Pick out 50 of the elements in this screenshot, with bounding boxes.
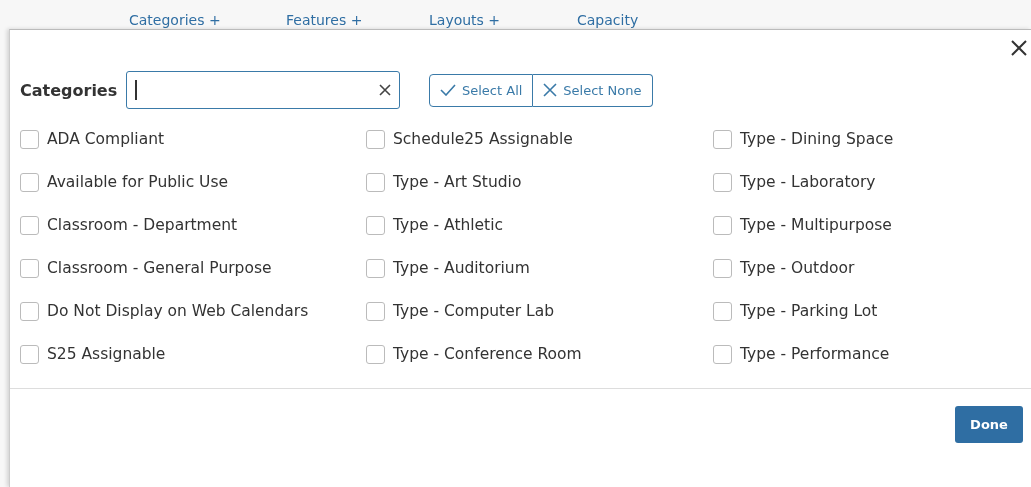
checkbox-label: Type - Athletic bbox=[393, 216, 504, 234]
checkbox[interactable] bbox=[713, 344, 732, 364]
checkbox-label: Classroom - Department bbox=[47, 216, 238, 234]
checkbox-label: Type - Computer Lab bbox=[393, 302, 554, 320]
checkbox-label: Type - Art Studio bbox=[393, 173, 522, 191]
checkbox-label: Available for Public Use bbox=[47, 173, 229, 191]
filter-tab[interactable]: Capacity bbox=[577, 12, 639, 28]
checkbox[interactable] bbox=[20, 258, 39, 278]
close-icon[interactable] bbox=[1010, 39, 1028, 57]
checkbox[interactable] bbox=[366, 258, 385, 278]
select-none-button[interactable]: Select None bbox=[533, 73, 653, 107]
checkbox-label: Type - Outdoor bbox=[740, 259, 855, 277]
checkbox[interactable] bbox=[713, 301, 732, 321]
checkbox[interactable] bbox=[713, 215, 732, 235]
checkbox[interactable] bbox=[713, 258, 732, 278]
checkbox[interactable] bbox=[366, 129, 385, 149]
search-field[interactable] bbox=[126, 71, 400, 109]
checkbox-label: Type - Conference Room bbox=[393, 345, 582, 363]
checkbox-label: Do Not Display on Web Calendars bbox=[47, 302, 309, 320]
checkbox[interactable] bbox=[366, 172, 385, 192]
checkbox[interactable] bbox=[366, 301, 385, 321]
checkbox-label: ADA Compliant bbox=[47, 130, 165, 148]
checkbox-label: Classroom - General Purpose bbox=[47, 259, 272, 277]
clear-icon[interactable] bbox=[379, 84, 391, 96]
checkbox[interactable] bbox=[20, 172, 39, 192]
checkbox-label: Type - Auditorium bbox=[393, 259, 530, 277]
checkbox-label: Type - Dining Space bbox=[740, 130, 894, 148]
checkbox[interactable] bbox=[366, 344, 385, 364]
done-button[interactable]: Done bbox=[955, 406, 1023, 443]
filter-tab[interactable]: Features + bbox=[286, 12, 429, 28]
checkbox-label: Type - Multipurpose bbox=[740, 216, 892, 234]
checkbox-label: Schedule25 Assignable bbox=[393, 130, 573, 148]
checkbox[interactable] bbox=[20, 301, 39, 321]
checkbox[interactable] bbox=[366, 215, 385, 235]
checkbox[interactable] bbox=[20, 344, 39, 364]
checkbox[interactable] bbox=[713, 172, 732, 192]
filter-tab[interactable]: Layouts + bbox=[429, 12, 577, 28]
checkbox-label: Type - Laboratory bbox=[740, 173, 876, 191]
select-all-button[interactable]: Select All bbox=[429, 73, 534, 107]
checkbox[interactable] bbox=[713, 129, 732, 149]
text-cursor bbox=[135, 80, 137, 100]
x-icon bbox=[543, 83, 558, 97]
checkbox-label: Type - Performance bbox=[740, 345, 890, 363]
checkbox-label: Type - Parking Lot bbox=[740, 302, 878, 320]
field-label: Categories bbox=[20, 80, 119, 100]
checkbox[interactable] bbox=[20, 129, 39, 149]
filter-tab[interactable]: Categories + bbox=[129, 12, 286, 28]
check-icon bbox=[440, 84, 456, 96]
checkbox[interactable] bbox=[20, 215, 39, 235]
checkbox-label: S25 Assignable bbox=[47, 345, 166, 363]
